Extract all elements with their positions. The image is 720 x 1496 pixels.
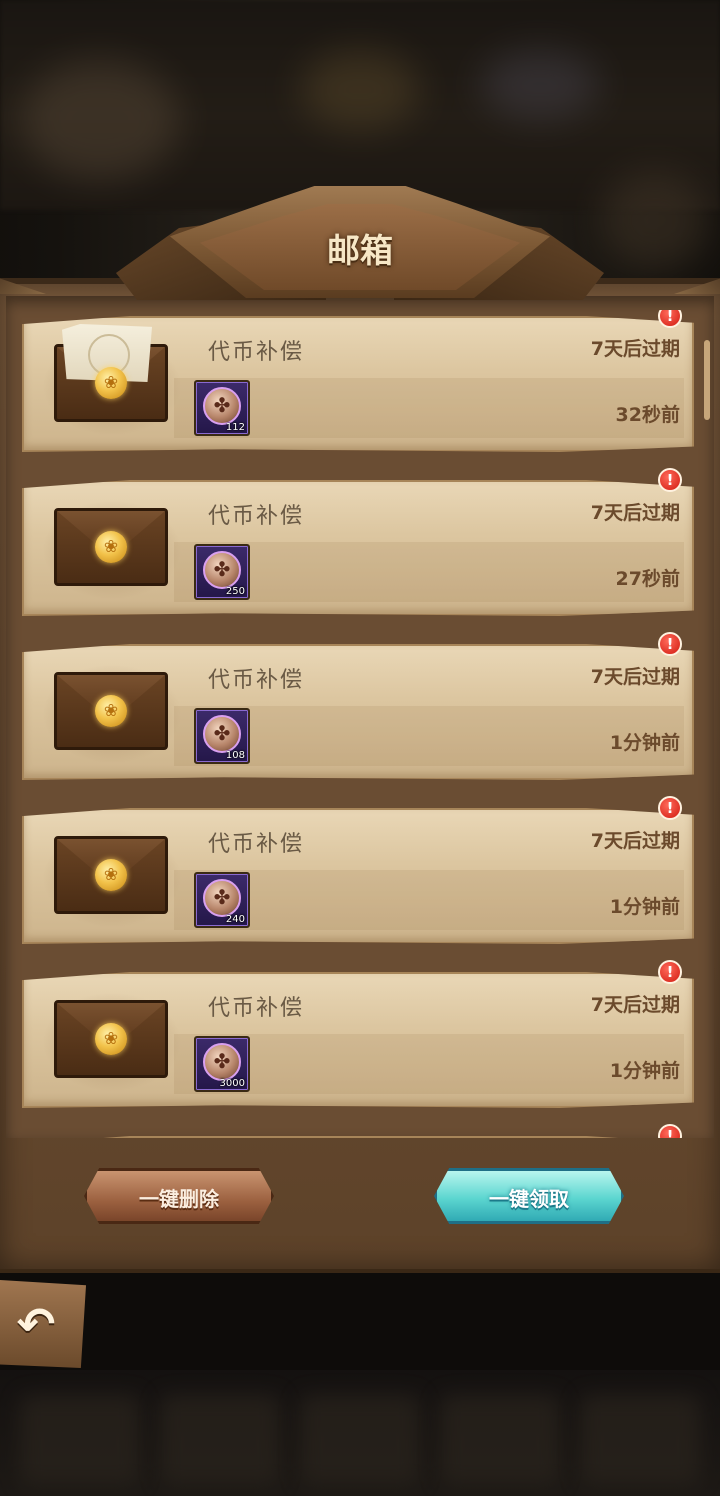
back-button[interactable]: ↶ bbox=[0, 1280, 86, 1368]
envelope-icon bbox=[54, 672, 168, 750]
mail-received-time: 1分钟前 bbox=[609, 896, 680, 918]
alert-icon: ! bbox=[658, 796, 682, 820]
background-slot bbox=[160, 1395, 280, 1485]
mail-title: 代币补偿 bbox=[208, 668, 305, 693]
mail-list-scrollbar[interactable] bbox=[704, 340, 710, 420]
background-blob bbox=[20, 60, 180, 180]
mail-expiry: 7天后过期 bbox=[590, 502, 680, 524]
reward-item-slot[interactable]: ✤ 240 bbox=[194, 872, 250, 928]
reward-item-count: 250 bbox=[225, 586, 245, 597]
clover-token-icon: ✤ bbox=[203, 879, 241, 917]
mail-item[interactable]: 代币补偿 7天后过期 1分钟前 ! ✤ 108 bbox=[22, 632, 694, 780]
wax-seal-icon bbox=[95, 859, 127, 891]
mail-expiry: 7天后过期 bbox=[590, 830, 680, 852]
background-slot bbox=[300, 1395, 420, 1485]
mail-list[interactable]: 代币补偿 7天后过期 32秒前 ! ✤ 112 代币补偿 7天后过期 27秒前 … bbox=[0, 310, 720, 1138]
reward-item-slot[interactable]: ✤ 108 bbox=[194, 708, 250, 764]
mail-title: 代币补偿 bbox=[208, 340, 305, 365]
background-slot bbox=[20, 1395, 140, 1485]
clover-token-icon: ✤ bbox=[203, 387, 241, 425]
background-slot bbox=[580, 1395, 700, 1485]
mail-title: 代币补偿 bbox=[208, 996, 305, 1021]
background-slot bbox=[440, 1395, 560, 1485]
wax-seal-icon bbox=[95, 695, 127, 727]
mail-item[interactable]: ! bbox=[22, 1124, 694, 1138]
envelope-icon bbox=[54, 836, 168, 914]
reward-item-count: 240 bbox=[225, 914, 245, 925]
reward-item-count: 112 bbox=[225, 422, 245, 433]
mail-item[interactable]: 代币补偿 7天后过期 27秒前 ! ✤ 250 bbox=[22, 468, 694, 616]
mail-received-time: 27秒前 bbox=[615, 568, 680, 590]
background-blob bbox=[600, 170, 710, 270]
mail-expiry: 7天后过期 bbox=[590, 994, 680, 1016]
mail-expiry: 7天后过期 bbox=[590, 338, 680, 360]
envelope-front bbox=[54, 344, 168, 422]
alert-icon: ! bbox=[658, 960, 682, 984]
mail-card-background bbox=[22, 1136, 694, 1138]
mail-received-time: 1分钟前 bbox=[609, 732, 680, 754]
alert-icon: ! bbox=[658, 632, 682, 656]
wax-seal-icon bbox=[95, 367, 127, 399]
wax-seal-icon bbox=[95, 1023, 127, 1055]
clover-token-icon: ✤ bbox=[203, 551, 241, 589]
reward-item-slot[interactable]: ✤ 250 bbox=[194, 544, 250, 600]
bottom-dark-strip bbox=[0, 1268, 720, 1372]
background-blob bbox=[300, 50, 420, 130]
page-title: 邮箱 bbox=[327, 231, 393, 270]
mail-expiry: 7天后过期 bbox=[590, 666, 680, 688]
mail-title: 代币补偿 bbox=[208, 504, 305, 529]
mail-item[interactable]: 代币补偿 7天后过期 1分钟前 ! ✤ 240 bbox=[22, 796, 694, 944]
clover-token-icon: ✤ bbox=[203, 715, 241, 753]
envelope-icon bbox=[54, 1000, 168, 1078]
background-blob bbox=[480, 50, 600, 120]
reward-item-slot[interactable]: ✤ 112 bbox=[194, 380, 250, 436]
mail-received-time: 32秒前 bbox=[615, 404, 680, 426]
reward-item-count: 108 bbox=[225, 750, 245, 761]
claim-all-button[interactable]: 一键领取 bbox=[434, 1168, 624, 1224]
alert-icon: ! bbox=[658, 1124, 682, 1138]
reward-item-count: 3000 bbox=[219, 1078, 245, 1089]
mail-item[interactable]: 代币补偿 7天后过期 32秒前 ! ✤ 112 bbox=[22, 310, 694, 452]
back-arrow-icon: ↶ bbox=[16, 1297, 56, 1351]
reward-item-slot[interactable]: ✤ 3000 bbox=[194, 1036, 250, 1092]
wax-seal-icon bbox=[95, 531, 127, 563]
mail-received-time: 1分钟前 bbox=[609, 1060, 680, 1082]
mail-title: 代币补偿 bbox=[208, 832, 305, 857]
mail-item[interactable]: 代币补偿 7天后过期 1分钟前 ! ✤ 3000 bbox=[22, 960, 694, 1108]
alert-icon: ! bbox=[658, 468, 682, 492]
clover-token-icon: ✤ bbox=[203, 1043, 241, 1081]
delete-all-button[interactable]: 一键删除 bbox=[84, 1168, 274, 1224]
envelope-icon bbox=[54, 508, 168, 586]
